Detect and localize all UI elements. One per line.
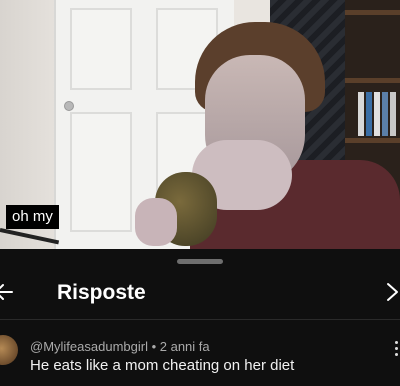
chevron-right-icon[interactable]: [384, 277, 400, 307]
person-hand-holding: [135, 198, 177, 246]
comment-meta: @Mylifeasadumbgirl • 2 anni fa: [30, 339, 210, 354]
comment-item: @Mylifeasadumbgirl • 2 anni fa He eats l…: [0, 329, 400, 386]
sheet-drag-handle[interactable]: [177, 259, 223, 264]
more-vertical-icon[interactable]: [392, 339, 400, 359]
meta-separator: •: [147, 339, 160, 354]
video-caption: oh my: [6, 205, 59, 229]
divider: [0, 319, 400, 320]
comment-text: He eats like a mom cheating on her diet: [30, 357, 295, 374]
comment-time: 2 anni fa: [159, 339, 210, 354]
avatar[interactable]: [0, 335, 18, 365]
door-knob: [64, 101, 74, 111]
sheet-header: Risposte: [0, 271, 400, 315]
arrow-left-icon[interactable]: [0, 277, 20, 307]
comment-author[interactable]: @Mylifeasadumbgirl: [30, 339, 148, 354]
sheet-title: Risposte: [57, 281, 146, 304]
replies-sheet: Risposte @Mylifeasadumbgirl • 2 anni fa …: [0, 249, 400, 386]
video-player[interactable]: oh my: [0, 0, 400, 249]
